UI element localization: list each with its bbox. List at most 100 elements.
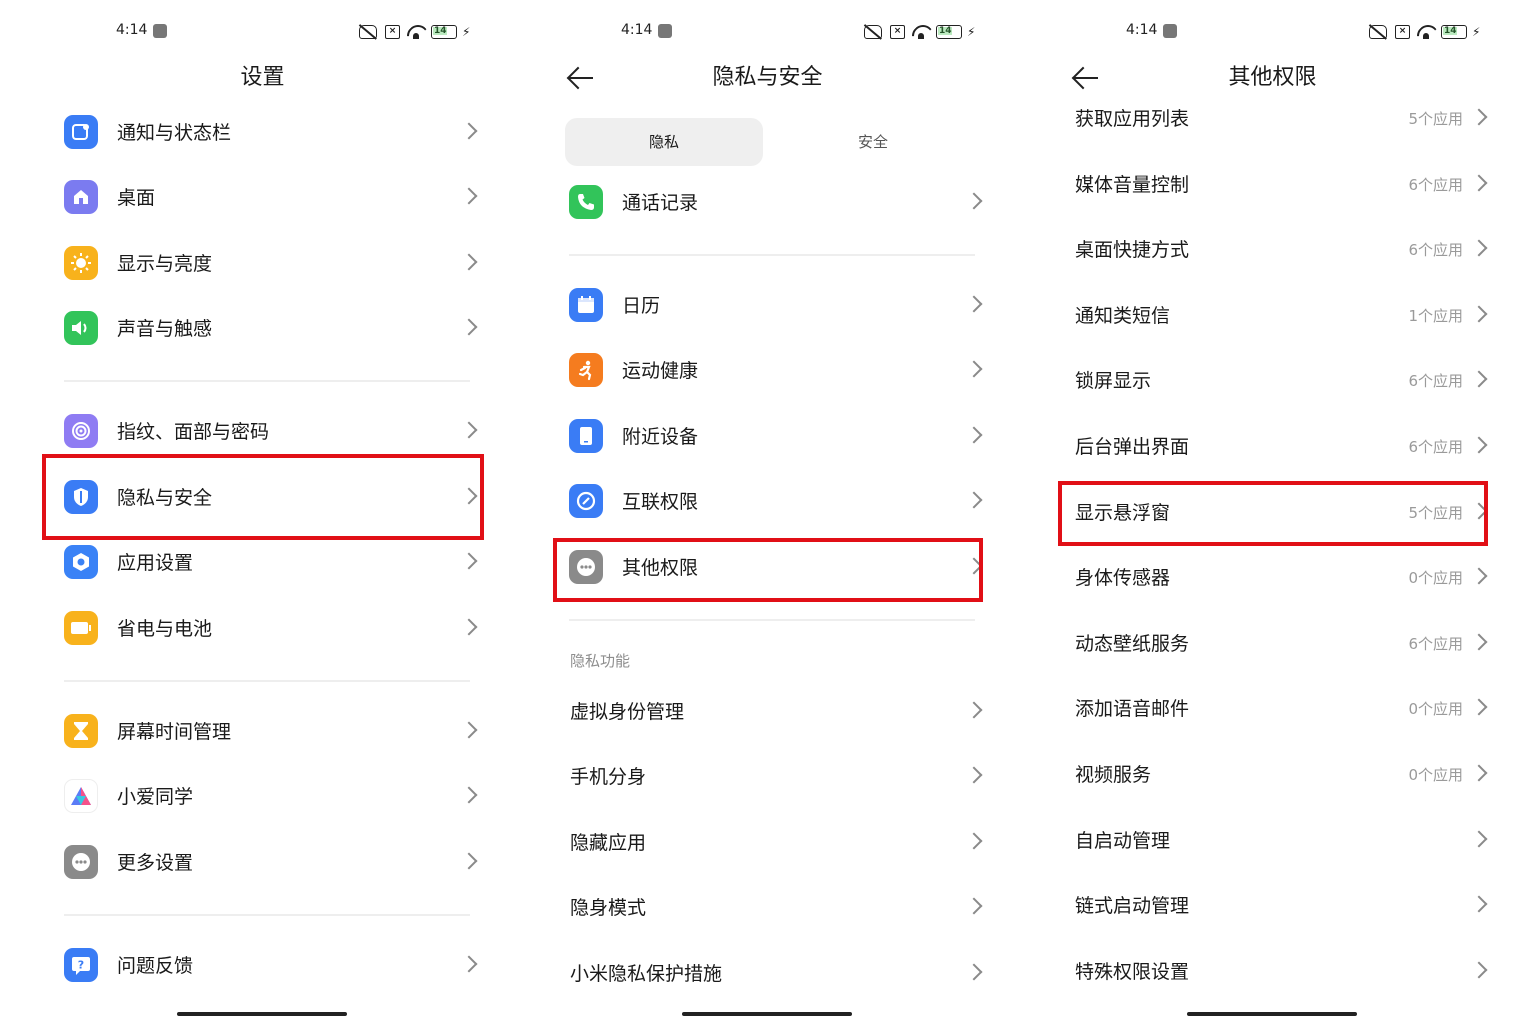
vibrate-off-icon — [1369, 25, 1387, 39]
privacy-item[interactable]: 日历 — [515, 276, 1020, 336]
chevron-right-icon — [460, 187, 478, 205]
tab-privacy[interactable]: 隐私 — [565, 118, 763, 166]
chevron-right-icon — [965, 897, 983, 915]
settings-item[interactable]: 桌面 — [10, 168, 515, 228]
app-count: 6个应用 — [1408, 241, 1463, 259]
chevron-right-icon — [1470, 567, 1488, 585]
permission-item[interactable]: 媒体音量控制 6个应用 — [1020, 155, 1525, 215]
permission-item[interactable]: 动态壁纸服务 6个应用 — [1020, 614, 1525, 674]
battery-icon: 14 — [431, 25, 457, 39]
device-icon — [569, 419, 603, 453]
permission-item[interactable]: 链式启动管理 — [1020, 876, 1525, 936]
settings-item[interactable]: 通知与状态栏 — [10, 103, 515, 163]
chevron-right-icon — [460, 786, 478, 804]
calendar-icon — [569, 288, 603, 322]
chevron-right-icon — [1470, 174, 1488, 192]
settings-item[interactable]: 小爱同学 — [10, 767, 515, 827]
home-indicator[interactable] — [177, 1012, 347, 1016]
speaker-icon — [64, 311, 98, 345]
settings-item[interactable]: 声音与触感 — [10, 299, 515, 359]
highlight-box — [553, 538, 983, 602]
permission-item[interactable]: 通知类短信 1个应用 — [1020, 286, 1525, 346]
privacy-item[interactable]: 通话记录 — [515, 173, 1020, 233]
permission-item[interactable]: 身体传感器 0个应用 — [1020, 548, 1525, 608]
row-label: 链式启动管理 — [1075, 895, 1190, 917]
wrench-icon — [658, 24, 672, 38]
row-label: 特殊权限设置 — [1075, 961, 1190, 983]
row-label: 屏幕时间管理 — [117, 721, 232, 743]
chevron-right-icon — [965, 426, 983, 444]
chevron-right-icon — [1470, 764, 1488, 782]
privacy-item[interactable]: 互联权限 — [515, 472, 1020, 532]
chevron-right-icon — [1470, 961, 1488, 979]
permission-item[interactable]: 添加语音邮件 0个应用 — [1020, 679, 1525, 739]
app-count: 0个应用 — [1408, 766, 1463, 784]
row-label: 视频服务 — [1075, 764, 1152, 786]
settings-item[interactable]: 应用设置 — [10, 533, 515, 593]
row-label: 桌面快捷方式 — [1075, 239, 1190, 261]
row-label: 动态壁纸服务 — [1075, 633, 1190, 655]
page-title: 隐私与安全 — [712, 65, 823, 90]
privacy-feature-item[interactable]: 小米隐私保护措施 — [515, 944, 1020, 1004]
settings-item[interactable]: 指纹、面部与密码 — [10, 402, 515, 462]
permission-item[interactable]: 视频服务 0个应用 — [1020, 745, 1525, 805]
settings-item[interactable]: 省电与电池 — [10, 599, 515, 659]
row-label: 通话记录 — [622, 192, 699, 214]
permission-item[interactable]: 获取应用列表 5个应用 — [1020, 89, 1525, 149]
charging-icon: ⚡ — [1472, 25, 1481, 39]
status-icons: × 14 ⚡ — [359, 25, 471, 39]
page-header: 隐私与安全 — [515, 58, 1020, 98]
chevron-right-icon — [1470, 370, 1488, 388]
app-count: 6个应用 — [1408, 176, 1463, 194]
privacy-feature-item[interactable]: 虚拟身份管理 — [515, 682, 1020, 742]
svg-text:?: ? — [78, 959, 84, 972]
row-label: 声音与触感 — [117, 318, 213, 340]
privacy-item[interactable]: 运动健康 — [515, 341, 1020, 401]
page-title: 设置 — [240, 65, 285, 90]
highlight-box — [42, 454, 484, 540]
more-icon — [64, 845, 98, 879]
row-label: 桌面 — [117, 187, 156, 209]
row-label: 手机分身 — [570, 766, 647, 788]
row-label: 锁屏显示 — [1075, 370, 1152, 392]
permission-item[interactable]: 后台弹出界面 6个应用 — [1020, 417, 1525, 477]
chevron-right-icon — [965, 832, 983, 850]
chevron-right-icon — [1470, 239, 1488, 257]
status-bar: 4:14 × 14 ⚡ — [1020, 22, 1525, 42]
battery-icon — [64, 611, 98, 645]
app-count: 6个应用 — [1408, 635, 1463, 653]
phone-icon — [569, 185, 603, 219]
chevron-right-icon — [460, 618, 478, 636]
app-count: 1个应用 — [1408, 307, 1463, 325]
tab-security[interactable]: 安全 — [773, 118, 973, 166]
row-label: 媒体音量控制 — [1075, 174, 1190, 196]
page-header: 设置 — [10, 58, 515, 98]
permission-item[interactable]: 特殊权限设置 — [1020, 942, 1525, 1002]
highlight-box — [1058, 481, 1488, 546]
privacy-feature-item[interactable]: 隐藏应用 — [515, 813, 1020, 873]
settings-item[interactable]: ? 问题反馈 — [10, 936, 515, 996]
app-count: 6个应用 — [1408, 372, 1463, 390]
segmented-tabs: 隐私 安全 — [565, 118, 973, 166]
home-indicator[interactable] — [1187, 1012, 1357, 1016]
settings-item[interactable]: 显示与亮度 — [10, 234, 515, 294]
permission-item[interactable]: 自启动管理 — [1020, 811, 1525, 871]
permission-item[interactable]: 桌面快捷方式 6个应用 — [1020, 220, 1525, 280]
privacy-feature-item[interactable]: 手机分身 — [515, 747, 1020, 807]
home-indicator[interactable] — [682, 1012, 852, 1016]
chevron-right-icon — [965, 360, 983, 378]
row-label: 指纹、面部与密码 — [117, 421, 270, 443]
row-label: 互联权限 — [622, 491, 699, 513]
row-label: 通知类短信 — [1075, 305, 1171, 327]
row-label: 身体传感器 — [1075, 567, 1171, 589]
row-label: 更多设置 — [117, 852, 194, 874]
privacy-item[interactable]: 附近设备 — [515, 407, 1020, 467]
battery-icon: 14 — [1441, 25, 1467, 39]
privacy-feature-item[interactable]: 隐身模式 — [515, 878, 1020, 938]
permission-item[interactable]: 锁屏显示 6个应用 — [1020, 351, 1525, 411]
settings-item[interactable]: 屏幕时间管理 — [10, 702, 515, 762]
status-icons: × 14 ⚡ — [1369, 25, 1481, 39]
settings-item[interactable]: 更多设置 — [10, 833, 515, 893]
divider — [569, 619, 975, 621]
chevron-right-icon — [460, 721, 478, 739]
